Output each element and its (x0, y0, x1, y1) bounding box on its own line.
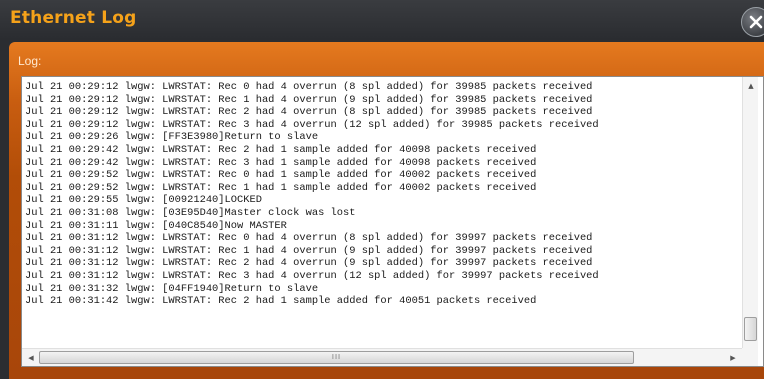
log-line: Jul 21 00:29:52 lwgw: LWRSTAT: Rec 1 had… (25, 181, 537, 194)
log-line: Jul 21 00:29:12 lwgw: LWRSTAT: Rec 0 had… (25, 81, 593, 93)
log-line: Jul 21 00:29:12 lwgw: LWRSTAT: Rec 2 had… (25, 106, 593, 119)
close-icon (749, 15, 763, 29)
log-content: Jul 21 00:29:12 lwgw: LWRSTAT: Rec 0 had… (25, 81, 741, 308)
log-label: Log: (18, 54, 42, 68)
grip-icon: III (331, 353, 342, 361)
log-line: Jul 21 00:29:42 lwgw: LWRSTAT: Rec 3 had… (25, 156, 537, 169)
log-line: Jul 21 00:31:32 lwgw: [04FF1940]Return t… (25, 282, 319, 295)
vertical-scroll-thumb[interactable] (744, 317, 757, 341)
scrollbar-corner (742, 348, 758, 366)
title-bar: Ethernet Log (0, 0, 764, 40)
log-line: Jul 21 00:31:12 lwgw: LWRSTAT: Rec 2 had… (25, 257, 593, 270)
vertical-scrollbar[interactable]: ▲ (742, 77, 758, 348)
log-line: Jul 21 00:31:12 lwgw: LWRSTAT: Rec 1 had… (25, 244, 593, 257)
log-line: Jul 21 00:29:42 lwgw: LWRSTAT: Rec 2 had… (25, 143, 537, 156)
log-line: Jul 21 00:31:08 lwgw: [03E95D40]Master c… (25, 206, 356, 219)
log-line: Jul 21 00:29:12 lwgw: LWRSTAT: Rec 3 had… (25, 118, 599, 131)
log-line: Jul 21 00:29:55 lwgw: [00921240]LOCKED (25, 194, 262, 207)
log-line: Jul 21 00:29:12 lwgw: LWRSTAT: Rec 1 had… (25, 93, 593, 106)
log-line: Jul 21 00:31:12 lwgw: LWRSTAT: Rec 3 had… (25, 269, 599, 282)
log-line: Jul 21 00:29:26 lwgw: [FF3E3980]Return t… (25, 131, 319, 144)
horizontal-scroll-thumb[interactable]: III (39, 351, 634, 364)
close-button[interactable] (741, 7, 764, 37)
arrow-left-icon[interactable]: ◀ (26, 351, 36, 365)
log-line: Jul 21 00:31:12 lwgw: LWRSTAT: Rec 0 had… (25, 232, 593, 245)
log-line: Jul 21 00:31:42 lwgw: LWRSTAT: Rec 2 had… (25, 295, 537, 308)
arrow-up-icon[interactable]: ▲ (743, 79, 759, 93)
arrow-right-icon[interactable]: ▶ (728, 351, 738, 365)
log-textarea[interactable]: Jul 21 00:29:12 lwgw: LWRSTAT: Rec 0 had… (21, 76, 764, 367)
window-title: Ethernet Log (10, 8, 137, 28)
horizontal-scrollbar[interactable]: ◀ III ▶ (22, 348, 742, 366)
log-line: Jul 21 00:31:11 lwgw: [040C8540]Now MAST… (25, 219, 287, 232)
log-line: Jul 21 00:29:52 lwgw: LWRSTAT: Rec 0 had… (25, 169, 537, 182)
